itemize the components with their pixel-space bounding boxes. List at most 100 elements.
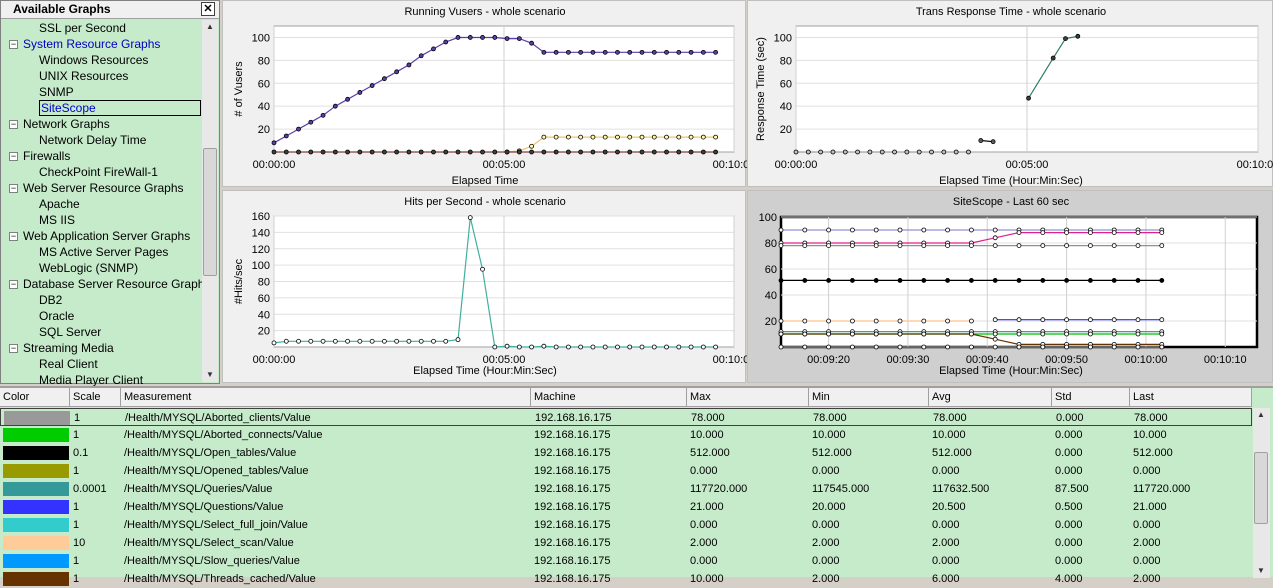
scroll-up-icon[interactable]: ▲ bbox=[202, 20, 218, 34]
tree-item[interactable]: Oracle bbox=[39, 308, 74, 324]
table-scrollbar[interactable]: ▲ ▼ bbox=[1253, 408, 1270, 578]
data-point bbox=[431, 149, 436, 155]
column-header-measurement[interactable]: Measurement bbox=[121, 388, 531, 407]
table-row[interactable]: 1/Health/MYSQL/Slow_queries/Value 192.168… bbox=[0, 552, 1252, 570]
color-swatch[interactable] bbox=[3, 464, 69, 478]
trans-response-time-graph[interactable]: Trans Response Time - whole scenario Elap… bbox=[747, 0, 1273, 187]
data-point bbox=[529, 149, 535, 155]
color-swatch[interactable] bbox=[3, 554, 69, 568]
tree-item[interactable]: Network Delay Time bbox=[39, 132, 146, 148]
tree-item[interactable]: − Network Graphs bbox=[9, 116, 110, 132]
data-point bbox=[1040, 317, 1046, 323]
hits-per-second-graph[interactable]: Hits per Second - whole scenario Elapsed … bbox=[222, 190, 747, 383]
table-row[interactable]: 0.0001/Health/MYSQL/Queries/Value 192.168… bbox=[0, 480, 1252, 498]
tree-item[interactable]: MS Active Server Pages bbox=[39, 244, 168, 260]
data-point bbox=[443, 149, 449, 155]
collapse-icon[interactable]: − bbox=[9, 280, 18, 289]
column-header-last[interactable]: Last bbox=[1130, 388, 1252, 407]
table-row[interactable]: 1/Health/MYSQL/Opened_tables/Value 192.16… bbox=[0, 462, 1252, 480]
data-point bbox=[627, 134, 633, 140]
collapse-icon[interactable]: − bbox=[9, 344, 18, 353]
data-point bbox=[541, 149, 547, 155]
data-point bbox=[1040, 230, 1046, 235]
tree-item[interactable]: SSL per Second bbox=[39, 20, 126, 36]
tree-item[interactable]: − Web Server Resource Graphs bbox=[9, 180, 184, 196]
data-point bbox=[492, 149, 498, 155]
y-tick-label: 80 bbox=[780, 55, 792, 67]
color-swatch[interactable] bbox=[3, 500, 69, 514]
color-swatch[interactable] bbox=[4, 411, 70, 425]
tree-item[interactable]: MS IIS bbox=[39, 212, 75, 228]
tree-item[interactable]: WebLogic (SNMP) bbox=[39, 260, 138, 276]
data-point bbox=[1026, 95, 1031, 101]
scroll-thumb[interactable] bbox=[1254, 452, 1268, 524]
column-header-max[interactable]: Max bbox=[687, 388, 809, 407]
tree-item[interactable]: SNMP bbox=[39, 84, 74, 100]
data-point bbox=[394, 338, 400, 344]
tree-item[interactable]: Real Client bbox=[39, 356, 98, 372]
table-row[interactable]: 10/Health/MYSQL/Select_scan/Value 192.168… bbox=[0, 534, 1252, 552]
collapse-icon[interactable]: − bbox=[9, 232, 18, 241]
scroll-down-icon[interactable]: ▼ bbox=[202, 368, 218, 382]
column-header-color[interactable]: Color bbox=[0, 388, 70, 407]
data-point bbox=[504, 343, 510, 349]
tree-item[interactable]: − Web Application Server Graphs bbox=[9, 228, 190, 244]
tree-item[interactable]: CheckPoint FireWall-1 bbox=[39, 164, 158, 180]
data-point bbox=[565, 344, 571, 350]
table-row[interactable]: 1/Health/MYSQL/Questions/Value 192.168.16… bbox=[0, 498, 1252, 516]
scroll-up-icon[interactable]: ▲ bbox=[1253, 408, 1269, 422]
data-point bbox=[826, 278, 831, 283]
tree-item[interactable]: Apache bbox=[39, 196, 80, 212]
data-point bbox=[541, 134, 547, 140]
data-point bbox=[492, 344, 498, 350]
tree-item[interactable]: − Streaming Media bbox=[9, 340, 114, 356]
x-tick-label: 00:09:20 bbox=[807, 354, 850, 366]
color-swatch[interactable] bbox=[3, 446, 69, 460]
data-point bbox=[778, 344, 784, 350]
column-header-min[interactable]: Min bbox=[809, 388, 929, 407]
tree-item[interactable]: UNIX Resources bbox=[39, 68, 128, 84]
cell-max: 0.000 bbox=[690, 519, 718, 531]
tree-item[interactable]: Windows Resources bbox=[39, 52, 148, 68]
column-header-avg[interactable]: Avg bbox=[929, 388, 1052, 407]
column-header-machine[interactable]: Machine bbox=[531, 388, 687, 407]
data-point bbox=[904, 149, 910, 155]
tree-item[interactable]: − System Resource Graphs bbox=[9, 36, 160, 52]
table-row[interactable]: 1/Health/MYSQL/Select_full_join/Value 192… bbox=[0, 516, 1252, 534]
tree-item[interactable]: − Database Server Resource Graphs bbox=[9, 276, 210, 292]
running-vusers-graph[interactable]: Running Vusers - whole scenario Elapsed T… bbox=[222, 0, 747, 187]
tree-item[interactable]: SiteScope bbox=[39, 100, 201, 116]
collapse-icon[interactable]: − bbox=[9, 184, 18, 193]
color-swatch[interactable] bbox=[3, 536, 69, 550]
data-point bbox=[296, 338, 301, 344]
table-row[interactable]: 1/Health/MYSQL/Threads_cached/Value 192.1… bbox=[0, 570, 1252, 588]
color-swatch[interactable] bbox=[3, 518, 69, 532]
close-icon[interactable]: ✕ bbox=[201, 2, 215, 16]
tree-item[interactable]: SQL Server bbox=[39, 324, 101, 340]
cell-avg: 512.000 bbox=[932, 447, 972, 459]
scroll-down-icon[interactable]: ▼ bbox=[1253, 564, 1269, 578]
collapse-icon[interactable]: − bbox=[9, 120, 18, 129]
table-row[interactable]: 1/Health/MYSQL/Aborted_connects/Value 192… bbox=[0, 426, 1252, 444]
color-swatch[interactable] bbox=[3, 572, 69, 586]
color-swatch[interactable] bbox=[3, 428, 69, 442]
table-row[interactable]: 0.1/Health/MYSQL/Open_tables/Value 192.16… bbox=[0, 444, 1252, 462]
color-swatch[interactable] bbox=[3, 482, 69, 496]
column-header-std[interactable]: Std bbox=[1052, 388, 1130, 407]
data-point bbox=[381, 338, 387, 344]
scroll-thumb[interactable] bbox=[203, 148, 217, 276]
data-point bbox=[1111, 344, 1117, 350]
data-point bbox=[1016, 317, 1022, 323]
collapse-icon[interactable]: − bbox=[9, 152, 18, 161]
data-point bbox=[676, 344, 682, 350]
y-tick-label: 160 bbox=[252, 211, 270, 223]
column-header-scale[interactable]: Scale bbox=[70, 388, 121, 407]
tree-scrollbar[interactable]: ▲ ▼ bbox=[202, 20, 218, 382]
sitescope-graph[interactable]: SiteScope - Last 60 sec Elapsed Time (Hou… bbox=[747, 190, 1273, 383]
table-row[interactable]: 1/Health/MYSQL/Aborted_clients/Value 192.… bbox=[0, 408, 1252, 426]
tree-item[interactable]: DB2 bbox=[39, 292, 62, 308]
data-point bbox=[1111, 243, 1117, 248]
tree-item[interactable]: − Firewalls bbox=[9, 148, 70, 164]
collapse-icon[interactable]: − bbox=[9, 40, 18, 49]
cell-measurement: /Health/MYSQL/Aborted_connects/Value bbox=[124, 429, 323, 441]
